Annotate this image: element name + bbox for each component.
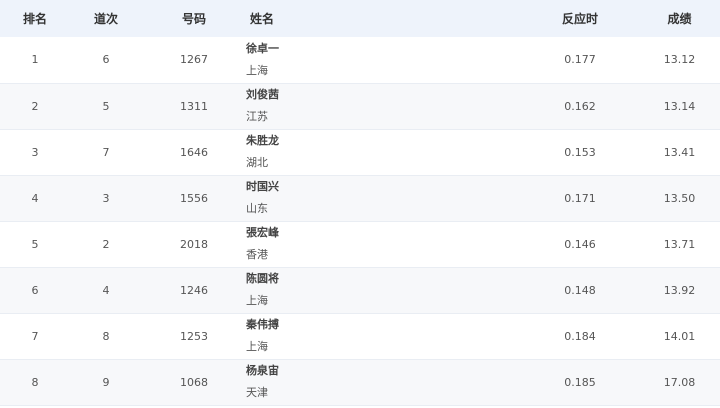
cell-result: 14.01 bbox=[663, 329, 696, 343]
cell-spacer bbox=[480, 313, 525, 359]
table-header: 排名 道次 号码 姓名 反应时 成绩 bbox=[0, 0, 720, 37]
table-row[interactable]: 2 5 1311 刘俊茜 江苏 0.162 13.14 bbox=[0, 83, 720, 129]
athlete-team: 天津 bbox=[246, 386, 268, 399]
header-name[interactable]: 姓名 bbox=[246, 0, 480, 37]
athlete-team: 江苏 bbox=[246, 110, 268, 123]
table-row[interactable]: 3 7 1646 朱胜龙 湖北 0.153 13.41 bbox=[0, 129, 720, 175]
cell-reaction: 0.177 bbox=[564, 53, 596, 67]
cell-bib: 1068 bbox=[180, 375, 208, 389]
cell-bib: 2018 bbox=[180, 237, 208, 251]
cell-result: 13.41 bbox=[663, 145, 696, 159]
athlete-name[interactable]: 徐卓一 bbox=[246, 41, 480, 57]
cell-athlete: 張宏峰 香港 bbox=[246, 221, 480, 267]
cell-bib: 1253 bbox=[180, 329, 208, 343]
table-row[interactable]: 7 8 1253 秦伟搏 上海 0.184 14.01 bbox=[0, 313, 720, 359]
cell-lane: 2 bbox=[102, 237, 110, 251]
table-body: 1 6 1267 徐卓一 上海 0.177 13.12 2 5 1311 刘俊茜… bbox=[0, 37, 720, 405]
cell-lane: 6 bbox=[102, 53, 110, 67]
table-row[interactable]: 6 4 1246 陈圆将 上海 0.148 13.92 bbox=[0, 267, 720, 313]
cell-rank: 5 bbox=[31, 237, 39, 251]
cell-lane: 8 bbox=[102, 329, 110, 343]
header-result[interactable]: 成绩 bbox=[635, 0, 720, 37]
table-row[interactable]: 4 3 1556 时国兴 山东 0.171 13.50 bbox=[0, 175, 720, 221]
cell-spacer bbox=[480, 37, 525, 83]
athlete-team: 上海 bbox=[246, 63, 268, 77]
cell-athlete: 朱胜龙 湖北 bbox=[246, 129, 480, 175]
header-spacer bbox=[480, 0, 525, 37]
cell-reaction: 0.146 bbox=[564, 237, 596, 251]
athlete-name[interactable]: 刘俊茜 bbox=[246, 87, 480, 103]
athlete-name[interactable]: 張宏峰 bbox=[246, 225, 480, 241]
header-rank[interactable]: 排名 bbox=[0, 0, 70, 37]
table-row[interactable]: 5 2 2018 張宏峰 香港 0.146 13.71 bbox=[0, 221, 720, 267]
athlete-name[interactable]: 秦伟搏 bbox=[246, 317, 480, 333]
cell-rank: 2 bbox=[31, 99, 39, 113]
header-lane[interactable]: 道次 bbox=[70, 0, 142, 37]
header-reaction[interactable]: 反应时 bbox=[525, 0, 635, 37]
cell-rank: 7 bbox=[31, 329, 39, 343]
table-row[interactable]: 8 9 1068 杨泉宙 天津 0.185 17.08 bbox=[0, 359, 720, 405]
cell-reaction: 0.171 bbox=[564, 191, 596, 205]
cell-rank: 8 bbox=[31, 375, 39, 389]
cell-athlete: 刘俊茜 江苏 bbox=[246, 83, 480, 129]
cell-spacer bbox=[480, 359, 525, 405]
cell-lane: 4 bbox=[102, 283, 110, 297]
athlete-team: 上海 bbox=[246, 340, 268, 353]
cell-spacer bbox=[480, 83, 525, 129]
cell-rank: 6 bbox=[31, 283, 39, 297]
results-table: 排名 道次 号码 姓名 反应时 成绩 1 6 1267 徐卓一 上海 0.177… bbox=[0, 0, 720, 406]
cell-result: 13.50 bbox=[663, 191, 696, 205]
athlete-name[interactable]: 时国兴 bbox=[246, 179, 480, 195]
cell-lane: 5 bbox=[102, 99, 110, 113]
athlete-name[interactable]: 朱胜龙 bbox=[246, 133, 480, 149]
header-row: 排名 道次 号码 姓名 反应时 成绩 bbox=[0, 0, 720, 37]
table-row[interactable]: 1 6 1267 徐卓一 上海 0.177 13.12 bbox=[0, 37, 720, 83]
cell-reaction: 0.148 bbox=[564, 283, 596, 297]
header-bib[interactable]: 号码 bbox=[142, 0, 246, 37]
cell-athlete: 时国兴 山东 bbox=[246, 175, 480, 221]
athlete-team: 上海 bbox=[246, 294, 268, 307]
cell-reaction: 0.162 bbox=[564, 99, 596, 113]
cell-bib: 1246 bbox=[180, 283, 208, 297]
cell-rank: 3 bbox=[31, 145, 39, 159]
cell-bib: 1267 bbox=[180, 53, 208, 67]
cell-lane: 7 bbox=[102, 145, 110, 159]
cell-result: 17.08 bbox=[663, 375, 696, 389]
cell-spacer bbox=[480, 267, 525, 313]
cell-athlete: 徐卓一 上海 bbox=[246, 37, 480, 83]
cell-athlete: 陈圆将 上海 bbox=[246, 267, 480, 313]
cell-bib: 1646 bbox=[180, 145, 208, 159]
cell-spacer bbox=[480, 221, 525, 267]
cell-reaction: 0.184 bbox=[564, 329, 596, 343]
athlete-team: 香港 bbox=[246, 248, 268, 261]
athlete-name[interactable]: 陈圆将 bbox=[246, 271, 480, 287]
athlete-team: 湖北 bbox=[246, 156, 268, 169]
cell-bib: 1556 bbox=[180, 191, 208, 205]
cell-result: 13.92 bbox=[663, 283, 696, 297]
cell-lane: 3 bbox=[102, 191, 110, 205]
cell-bib: 1311 bbox=[180, 99, 208, 113]
cell-spacer bbox=[480, 175, 525, 221]
cell-result: 13.12 bbox=[663, 53, 696, 67]
cell-athlete: 秦伟搏 上海 bbox=[246, 313, 480, 359]
cell-result: 13.14 bbox=[663, 99, 696, 113]
cell-reaction: 0.185 bbox=[564, 375, 596, 389]
cell-reaction: 0.153 bbox=[564, 145, 596, 159]
cell-rank: 1 bbox=[31, 53, 39, 67]
cell-spacer bbox=[480, 129, 525, 175]
athlete-name[interactable]: 杨泉宙 bbox=[246, 363, 480, 379]
cell-athlete: 杨泉宙 天津 bbox=[246, 359, 480, 405]
athlete-team: 山东 bbox=[246, 202, 268, 215]
cell-lane: 9 bbox=[102, 375, 110, 389]
cell-rank: 4 bbox=[31, 191, 39, 205]
cell-result: 13.71 bbox=[663, 237, 696, 251]
